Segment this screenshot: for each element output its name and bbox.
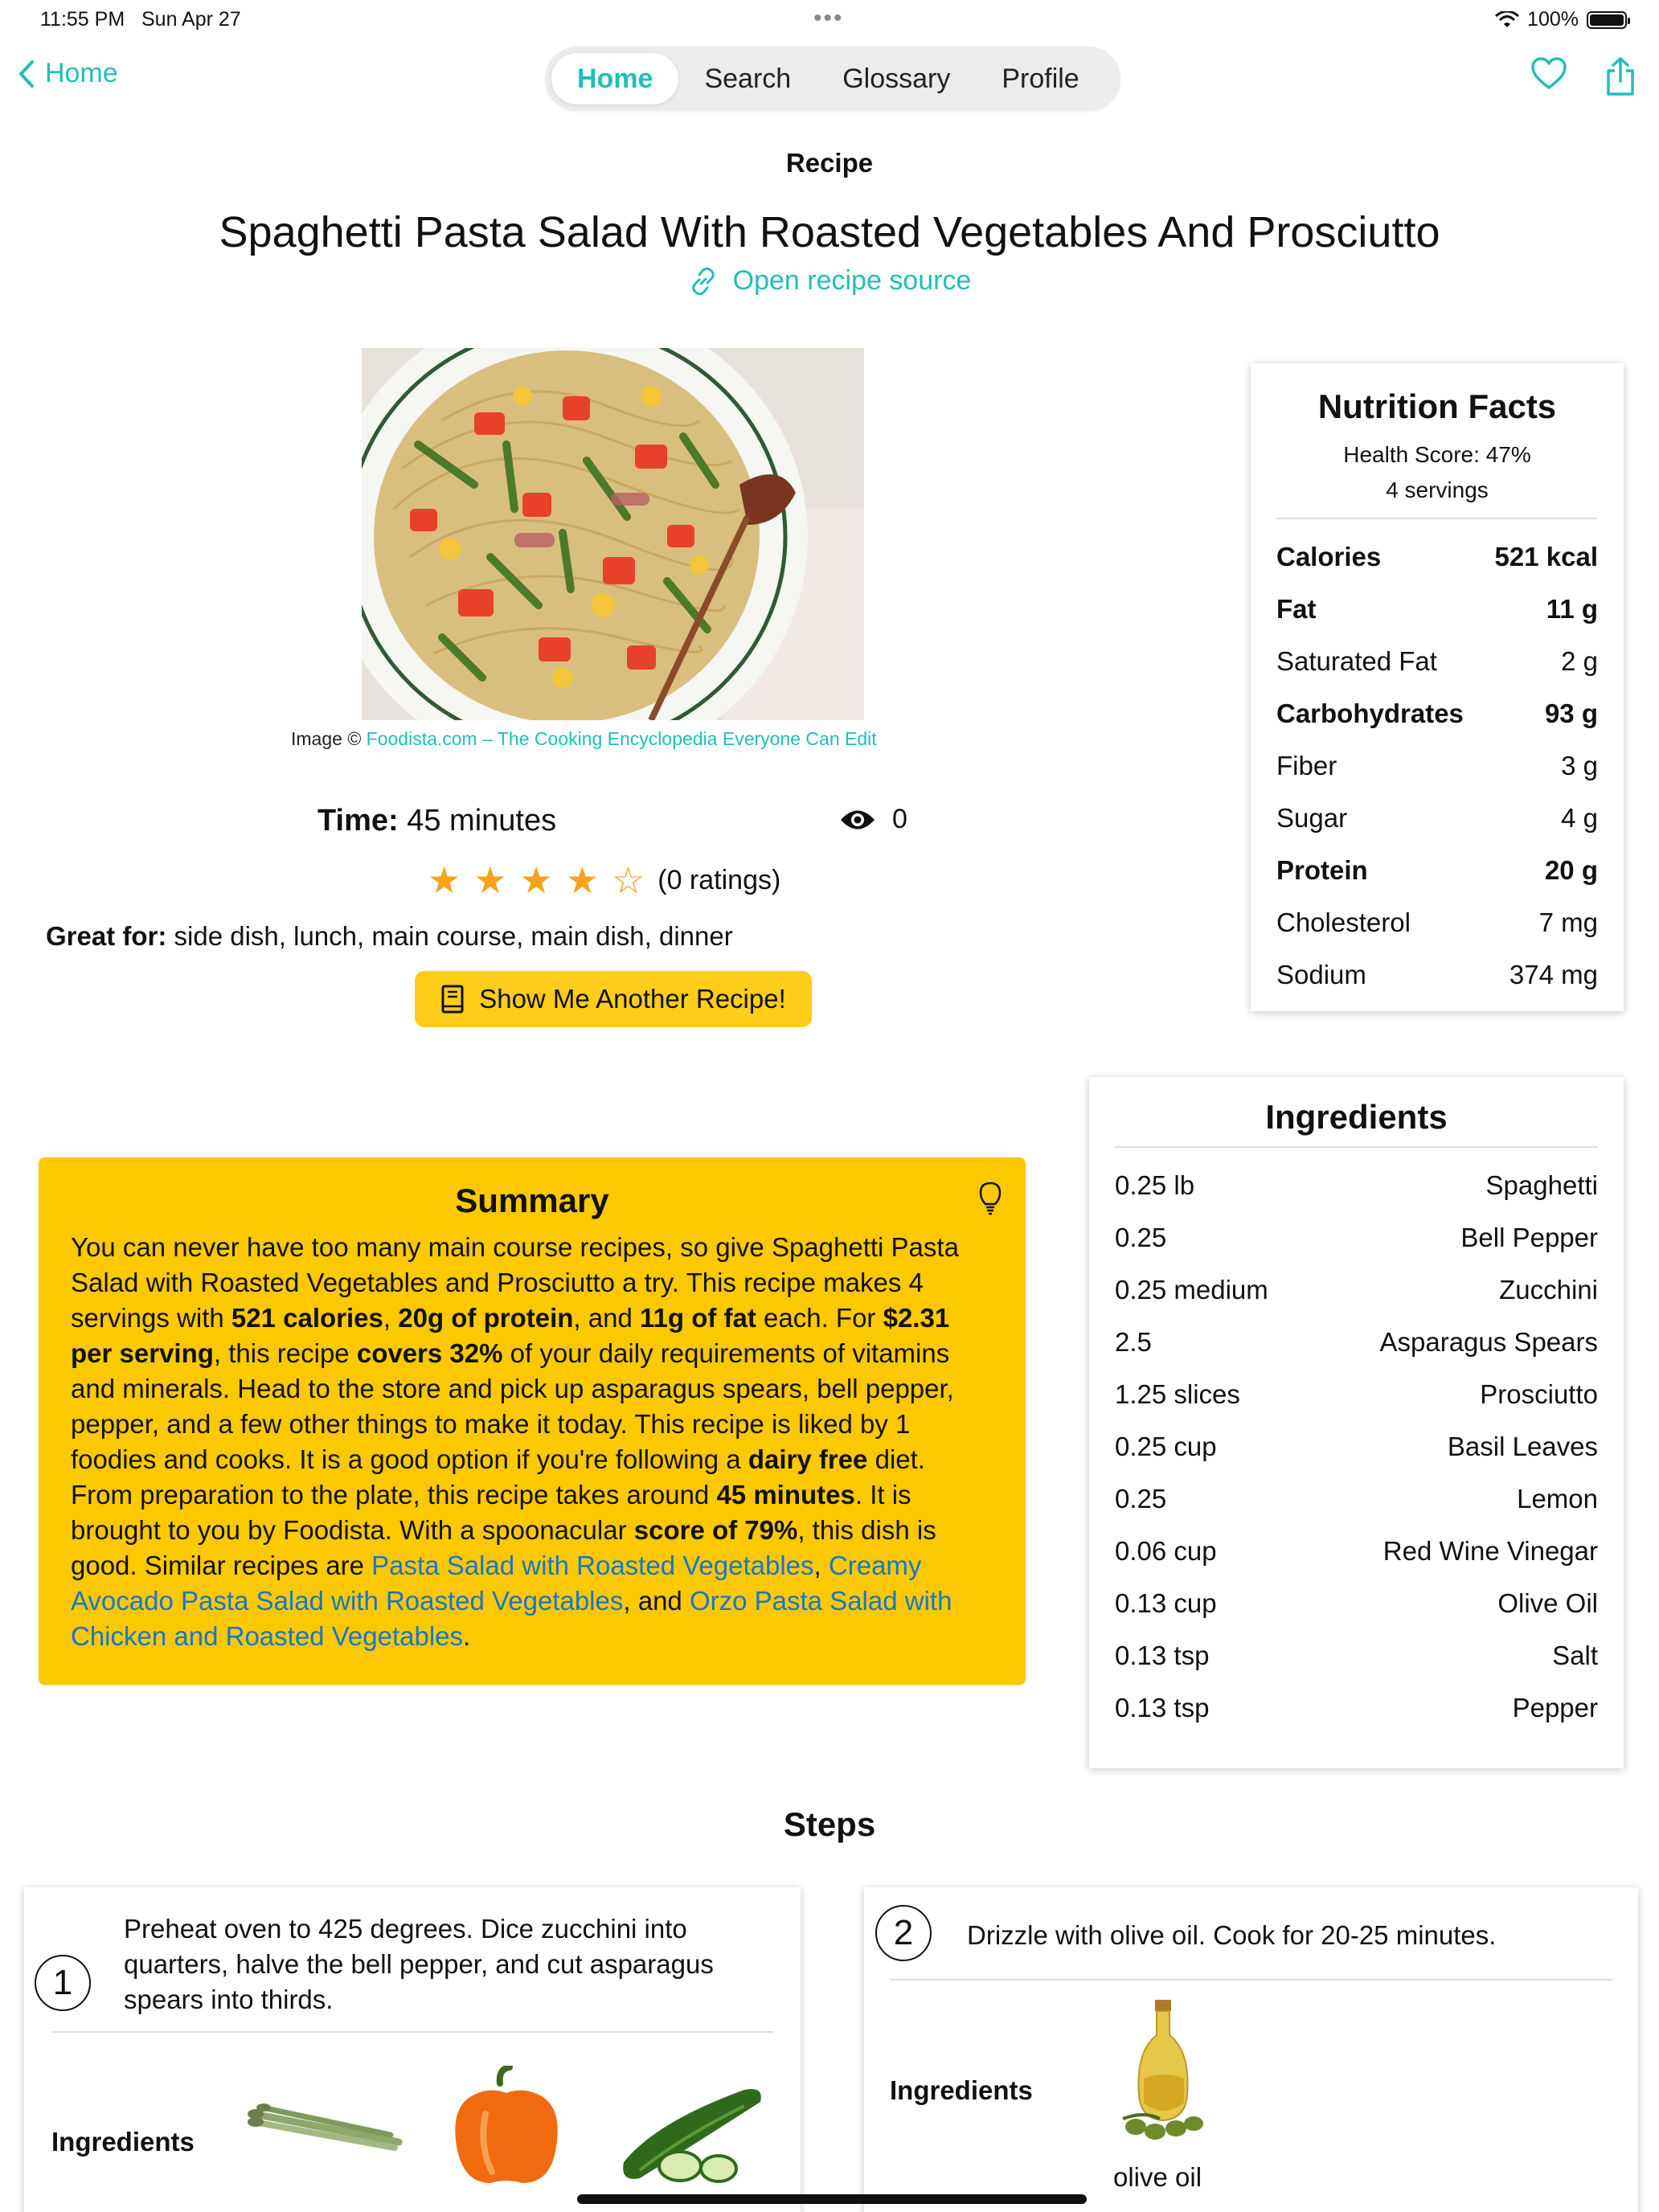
nutrition-row: Sugar 4 g [1276,802,1598,833]
views: 0 [839,804,907,835]
step-card: 1 Preheat oven to 425 degrees. Dice zucc… [24,1887,801,2212]
views-count: 0 [892,804,907,834]
nutrition-title: Nutrition Facts [1317,387,1557,425]
zucchini-icon [623,2089,761,2183]
ingredient-name: olive oil [1113,2162,1202,2192]
page-title: Recipe [785,148,874,178]
ingredient-row: 0.13 tsp Salt [1115,1640,1598,1670]
ingredient-row: 0.25 lb Spaghetti [1115,1169,1598,1200]
nutrition-row: Protein 20 g [1276,854,1598,885]
time-value: 45 minutes [407,804,557,838]
another-recipe-label: Show Me Another Recipe! [479,984,786,1014]
health-score: Health Score: 47% [1343,442,1531,467]
chevron-left-icon [19,59,34,88]
open-source-link[interactable]: Open recipe source [0,265,1659,297]
tab-search[interactable]: Search [678,53,817,104]
ingredient-row: 2.5 Asparagus Spears [1115,1326,1598,1357]
steps-title: Steps [783,1805,876,1843]
ingredient-row: 0.25 medium Zucchini [1115,1274,1598,1305]
servings: 4 servings [1386,477,1489,502]
nutrition-row: Saturated Fat 2 g [1276,645,1598,676]
recipe-image [362,348,864,720]
star-filled-icon[interactable]: ★ [566,862,599,899]
bell-pepper-icon [455,2066,558,2183]
similar-recipe-link[interactable]: Pasta Salad with Roasted Vegetables [371,1550,813,1580]
nutrition-row: Sodium 374 mg [1276,959,1598,989]
recipe-title: Spaghetti Pasta Salad With Roasted Veget… [219,208,1440,256]
link-icon [691,267,715,295]
wifi-icon [1495,10,1520,27]
step-ingredients-label: Ingredients [51,2127,195,2157]
credit-prefix: Image © [291,728,362,749]
star-filled-icon[interactable]: ★ [520,862,553,899]
star-filled-icon[interactable]: ★ [473,862,506,899]
asparagus-icon [248,2103,403,2151]
heart-icon[interactable] [1530,56,1567,90]
source-link-label: Open recipe source [732,265,972,296]
nutrition-row: Carbohydrates 93 g [1276,698,1598,728]
nutrition-facts-card: Nutrition Facts Health Score: 47% 4 serv… [1251,363,1624,1011]
star-filled-icon[interactable]: ★ [428,862,461,899]
nutrition-row: Fiber 3 g [1276,750,1598,780]
step-card: 2 Drizzle with olive oil. Cook for 20-25… [864,1887,1638,2212]
time-label: Time: [317,804,399,838]
rating-count: (0 ratings) [657,864,781,895]
olive-oil-icon [1122,2000,1203,2140]
ingredients-title: Ingredients [1265,1098,1448,1136]
status-time: 11:55 PM Sun Apr 27 [40,8,241,31]
great-for: Great for: side dish, lunch, main course… [46,921,733,952]
summary-title: Summary [455,1182,609,1219]
image-credit: Image © Foodista.com – The Cooking Encyc… [291,728,877,750]
lightbulb-icon[interactable] [979,1182,1002,1215]
step-text: Drizzle with olive oil. Cook for 20-25 m… [967,1920,1497,1950]
battery-percent: 100% [1527,8,1579,31]
step-number: 2 [875,1905,932,1961]
ingredient-row: 0.06 cup Red Wine Vinegar [1115,1535,1598,1566]
multitasking-dots[interactable]: ••• [813,5,844,32]
ingredient-row: 0.13 tsp Pepper [1115,1692,1598,1722]
tab-bar: Home Search Glossary Profile [545,47,1120,111]
ingredients-card: Ingredients 0.25 lb Spaghetti 0.25 Bell Pe… [1089,1077,1624,1768]
status-right: 100% [1495,8,1630,31]
step-ingredients-label: Ingredients [890,2075,1033,2105]
time-info: Time: 45 minutes [317,804,556,838]
book-icon [441,985,464,1014]
ingredient-row: 0.25 Bell Pepper [1115,1222,1598,1252]
step-number: 1 [35,1955,91,2011]
back-label: Home [45,58,118,88]
battery-icon [1587,10,1630,29]
nav-actions [1530,56,1636,96]
ingredient-row: 1.25 slices Prosciutto [1115,1378,1598,1409]
another-recipe-button[interactable]: Show Me Another Recipe! [415,971,812,1027]
ingredient-row: 0.25 cup Basil Leaves [1115,1431,1598,1461]
ingredient-row: 0.25 Lemon [1115,1483,1598,1514]
home-indicator[interactable] [577,2194,1087,2204]
eye-icon [841,810,875,829]
tab-glossary[interactable]: Glossary [817,53,976,104]
share-icon[interactable] [1604,56,1636,96]
rating[interactable]: ★ ★ ★ ★ ☆ (0 ratings) [428,862,780,899]
tab-home[interactable]: Home [551,53,679,104]
back-button[interactable]: Home [18,58,118,89]
tab-profile[interactable]: Profile [976,53,1104,104]
credit-link[interactable]: Foodista.com – The Cooking Encyclopedia … [367,728,877,749]
great-for-label: Great for: [46,921,167,951]
nutrition-row: Fat 11 g [1276,593,1598,624]
nutrition-row: Cholesterol 7 mg [1276,907,1598,937]
great-for-value: side dish, lunch, main course, main dish… [174,921,733,951]
ingredient-row: 0.13 cup Olive Oil [1115,1587,1598,1618]
step-text: Preheat oven to 425 degrees. Dice zucchi… [124,1914,714,2014]
summary-text: You can never have too many main course … [71,1232,959,1651]
star-empty-icon[interactable]: ☆ [612,862,645,899]
nutrition-row: Calories 521 kcal [1276,541,1598,571]
summary-card: Summary You can never have too many main… [39,1157,1026,1685]
